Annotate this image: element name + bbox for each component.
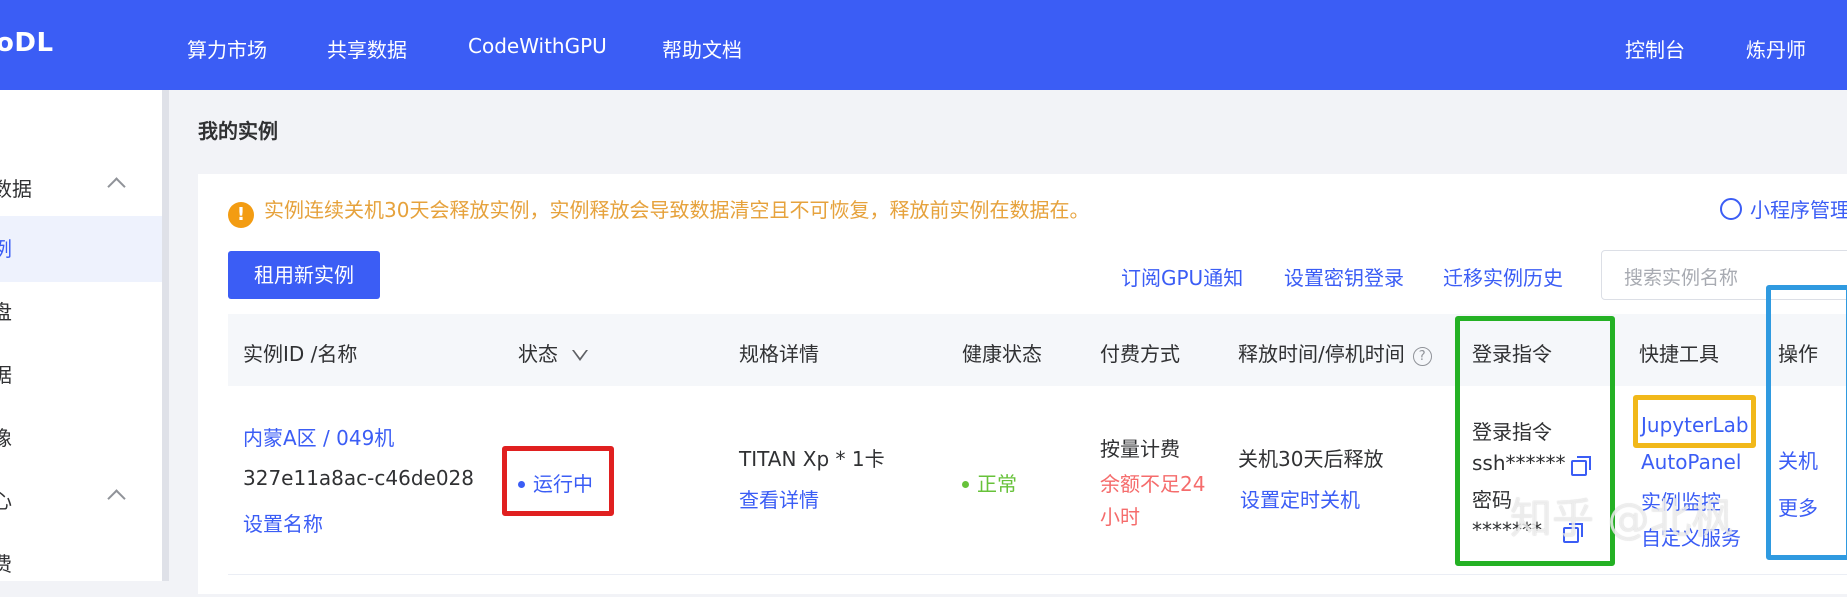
- search-placeholder: 搜索实例名称: [1624, 267, 1739, 289]
- nav-help-docs[interactable]: 帮助文档: [662, 34, 742, 63]
- highlight-box-actions: [1766, 285, 1847, 560]
- nav-user-menu[interactable]: 炼丹师: [1746, 34, 1806, 63]
- page-title: 我的实例: [198, 119, 278, 143]
- sidebar-item-label: 例: [0, 237, 12, 261]
- warning-text: 实例连续关机30天会释放实例，实例释放会导致数据清空且不可恢复，释放前实例在数据…: [264, 198, 1090, 222]
- highlight-box-jupyterlab: [1633, 395, 1756, 448]
- nav-shared-data[interactable]: 共享数据: [327, 34, 407, 63]
- mini-program-icon: [1720, 198, 1742, 220]
- health-text: 正常: [977, 472, 1017, 496]
- col-instance-id: 实例ID /名称: [243, 342, 358, 366]
- chevron-up-icon: [107, 177, 126, 196]
- col-status-label: 状态: [518, 342, 558, 366]
- highlight-box-status: [502, 446, 614, 516]
- sidebar-item-label: 盘: [0, 300, 12, 324]
- spec-text: TITAN Xp * 1卡: [739, 447, 885, 471]
- spec-detail-link[interactable]: 查看详情: [739, 484, 819, 513]
- set-timer-shutdown-link[interactable]: 设置定时关机: [1240, 484, 1360, 513]
- release-text: 关机30天后释放: [1238, 447, 1384, 471]
- mini-program-link[interactable]: 小程序管理: [1720, 194, 1847, 223]
- nav-compute-market[interactable]: 算力市场: [187, 34, 267, 63]
- health-dot-icon: [962, 481, 969, 488]
- sidebar-scrollbar[interactable]: [162, 90, 169, 581]
- sidebar-item-label: 数据: [0, 177, 32, 201]
- sidebar-item-fee[interactable]: 费: [0, 531, 162, 597]
- rent-new-instance-button[interactable]: 租用新实例: [228, 251, 380, 299]
- sidebar-item-disk[interactable]: 盘: [0, 279, 162, 345]
- col-billing: 付费方式: [1100, 342, 1180, 366]
- instance-region-link[interactable]: 内蒙A区 / 049机: [243, 422, 394, 451]
- sidebar-item-data[interactable]: 据: [0, 342, 162, 408]
- chevron-up-icon: [107, 489, 126, 508]
- col-status: 状态: [518, 338, 588, 367]
- sidebar-item-my-instances[interactable]: 例: [0, 216, 162, 282]
- set-name-link[interactable]: 设置名称: [243, 508, 323, 537]
- migrate-history-link[interactable]: 迁移实例历史: [1443, 262, 1563, 291]
- balance-warning-line1: 余额不足24: [1100, 472, 1206, 496]
- help-icon[interactable]: ?: [1412, 347, 1432, 366]
- col-quick-tools: 快捷工具: [1639, 342, 1719, 366]
- nav-codewithgpu[interactable]: CodeWithGPU: [468, 34, 607, 58]
- subscribe-gpu-notice-link[interactable]: 订阅GPU通知: [1121, 262, 1243, 291]
- sidebar-item-data-group[interactable]: 数据: [0, 156, 162, 222]
- sidebar-item-label: 心: [0, 489, 12, 513]
- col-spec: 规格详情: [739, 342, 819, 366]
- release-warning: ! 实例连续关机30天会释放实例，实例释放会导致数据清空且不可恢复，释放前实例在数…: [228, 194, 1089, 228]
- col-health: 健康状态: [962, 342, 1042, 366]
- billing-method: 按量计费: [1100, 437, 1180, 461]
- filter-icon[interactable]: [572, 350, 588, 361]
- nav-console[interactable]: 控制台: [1625, 34, 1685, 63]
- col-release-time-label: 释放时间/停机时间: [1238, 342, 1405, 366]
- warning-icon: !: [228, 202, 254, 228]
- watermark: 知乎 @北枫: [1510, 494, 1734, 543]
- col-release-time: 释放时间/停机时间?: [1238, 338, 1432, 367]
- balance-warning-line2: 小时: [1100, 505, 1140, 529]
- health-badge: 正常: [962, 468, 1017, 497]
- top-nav-bar: oDL 算力市场 共享数据 CodeWithGPU 帮助文档 控制台 炼丹师: [0, 0, 1847, 90]
- set-key-login-link[interactable]: 设置密钥登录: [1284, 262, 1404, 291]
- instance-id: 327e11a8ac-c46de028: [243, 466, 474, 490]
- sidebar-item-label: 像: [0, 426, 12, 450]
- row-divider: [228, 574, 1847, 575]
- logo[interactable]: oDL: [0, 28, 54, 58]
- sidebar-item-center-group[interactable]: 心: [0, 468, 162, 534]
- autopanel-link[interactable]: AutoPanel: [1641, 450, 1741, 474]
- sidebar-item-label: 据: [0, 363, 12, 387]
- mini-program-label: 小程序管理: [1750, 198, 1847, 222]
- sidebar-item-image[interactable]: 像: [0, 405, 162, 471]
- sidebar: 数据 例 盘 据 像 心 费: [0, 90, 162, 581]
- sidebar-item-label: 费: [0, 552, 12, 576]
